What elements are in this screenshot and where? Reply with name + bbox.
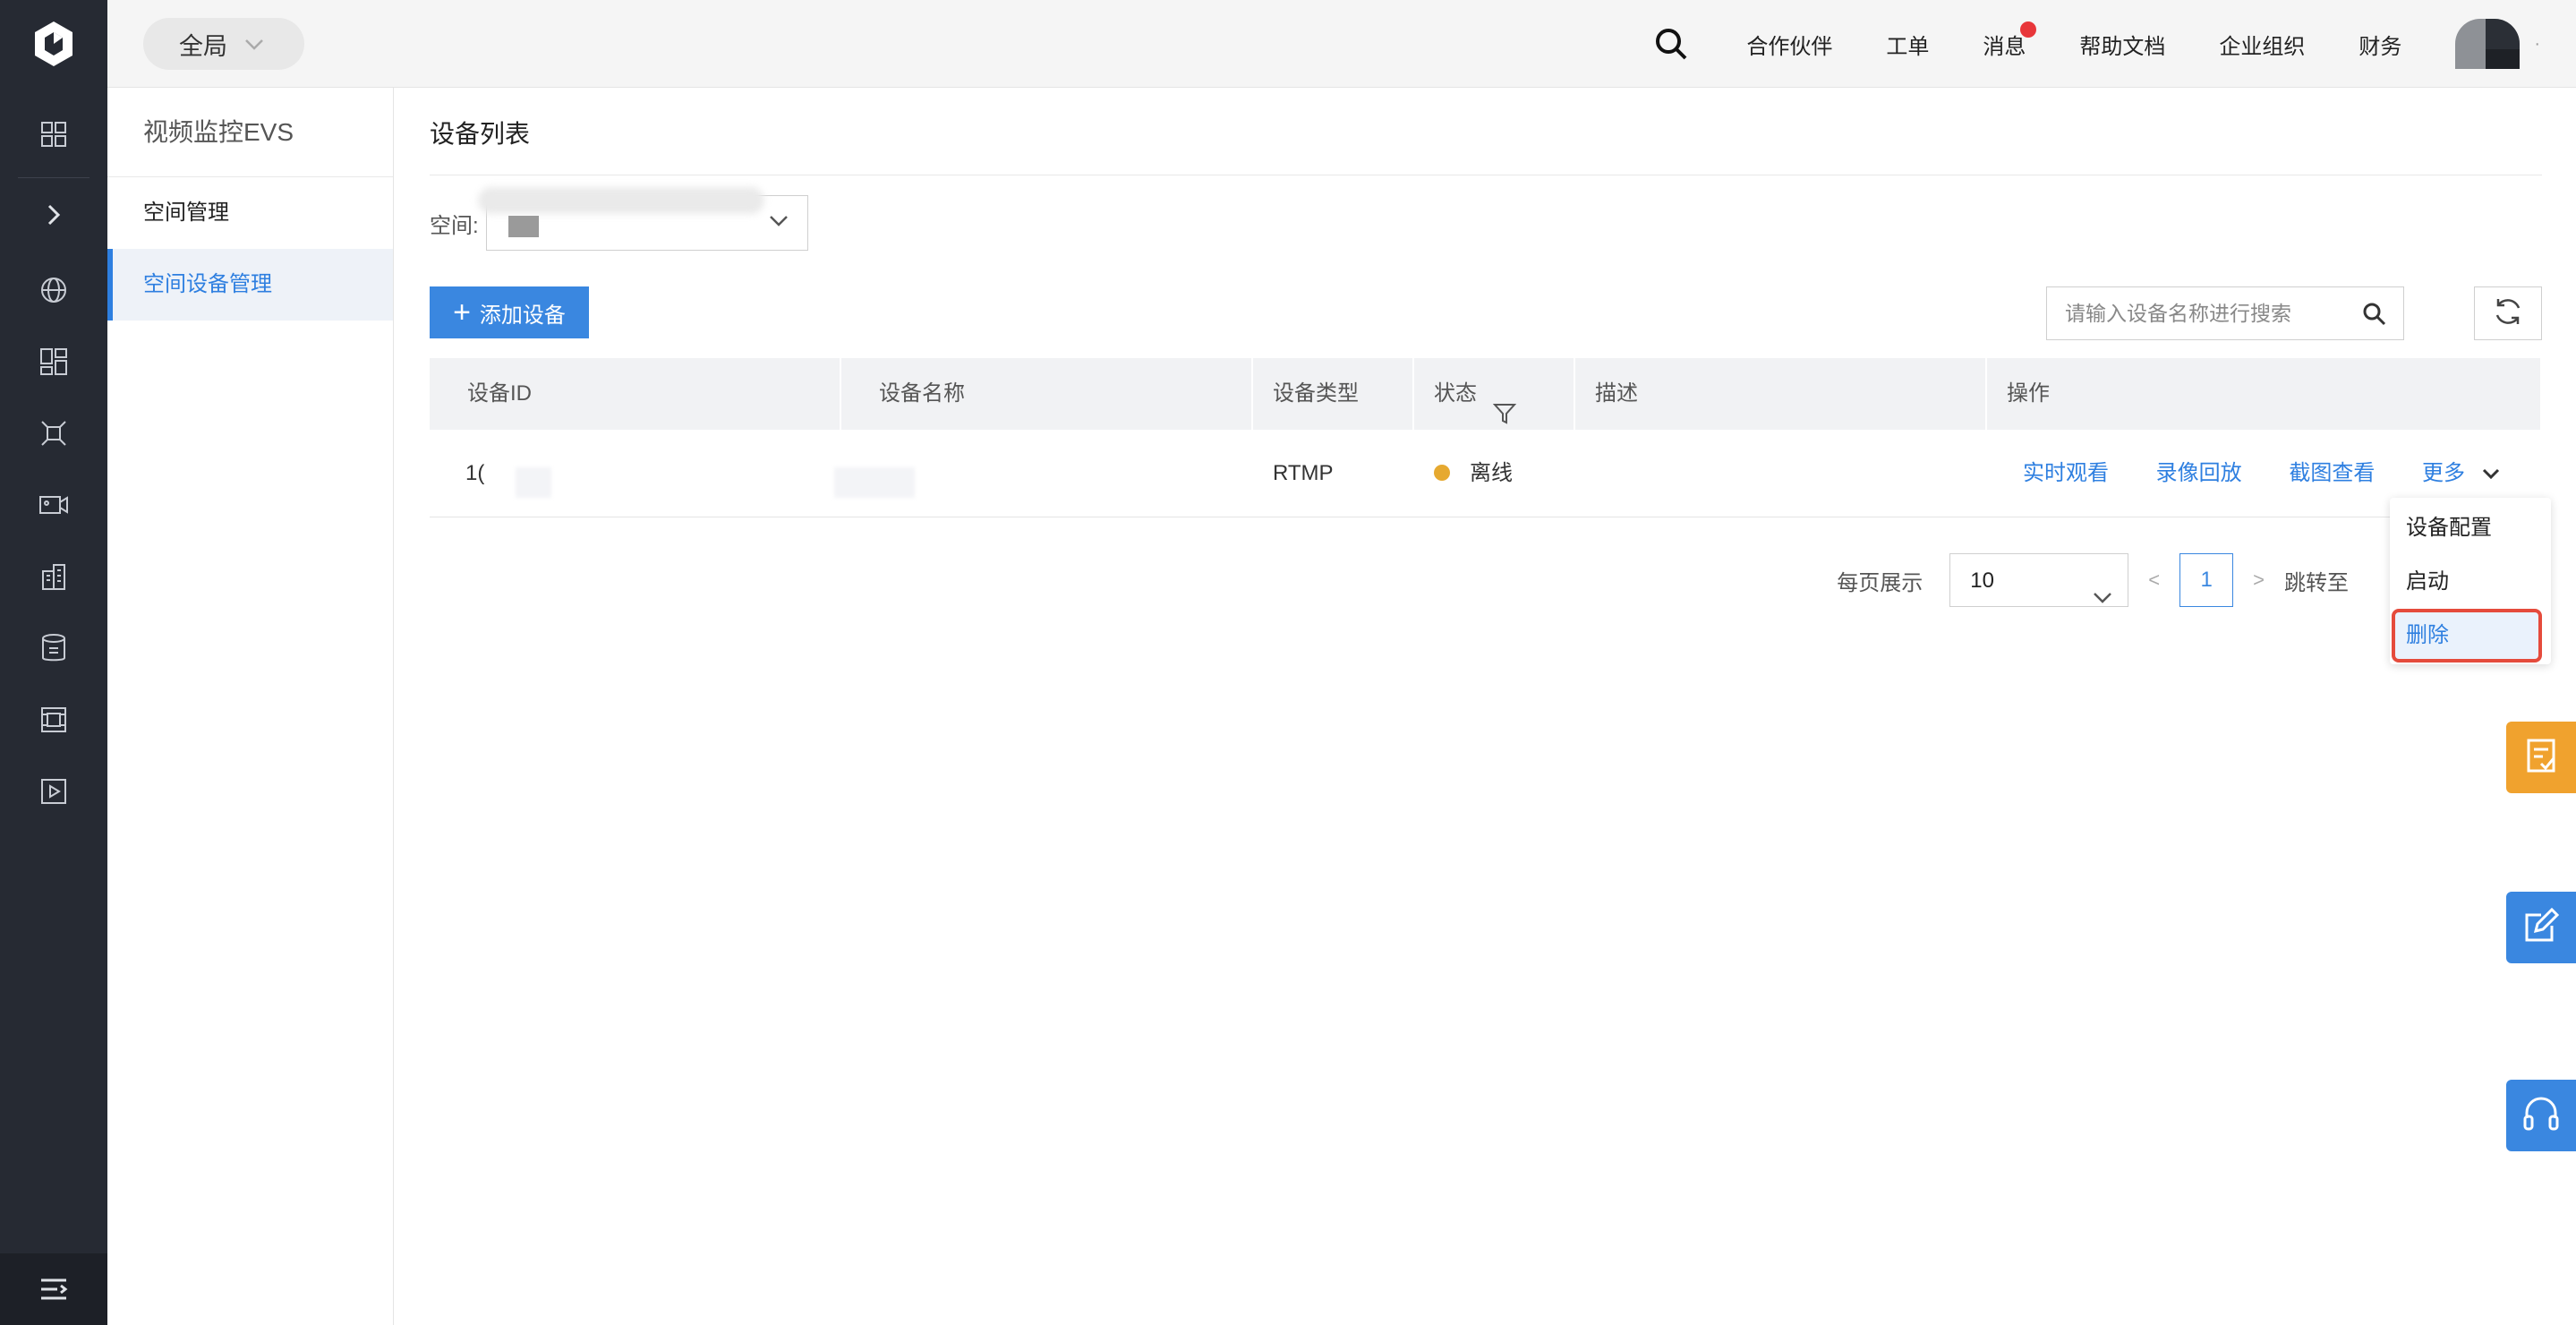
refresh-button[interactable]	[2474, 286, 2542, 340]
redacted-overlay	[477, 187, 764, 214]
left-rail	[0, 0, 107, 1325]
dashboard-icon[interactable]	[0, 326, 107, 398]
cell-device-id: 1(	[430, 430, 841, 517]
current-page-button[interactable]: 1	[2179, 553, 2234, 607]
table-header: 设备ID 设备名称 设备类型 状态 描述 操作	[430, 358, 2542, 430]
add-device-label: 添加设备	[479, 303, 566, 328]
main-content: 设备列表 空间: + 添加设备 设备ID 设备名称 设备类型 状态	[430, 88, 2542, 607]
space-select[interactable]	[477, 187, 808, 251]
checklist-float-button[interactable]	[2506, 722, 2576, 793]
status-dot	[1434, 464, 1450, 481]
redacted-value	[834, 467, 915, 498]
col-description: 描述	[1575, 358, 1987, 430]
device-search[interactable]	[2046, 286, 2404, 340]
snapshot-link[interactable]: 截图查看	[2289, 461, 2375, 485]
expand-chevron-icon[interactable]	[0, 179, 107, 251]
notification-badge	[2020, 21, 2037, 38]
nav-messages[interactable]: 消息	[1983, 21, 2037, 60]
chevron-down-icon	[768, 214, 789, 233]
avatar[interactable]	[2455, 19, 2521, 69]
col-actions: 操作	[1987, 358, 2542, 430]
redacted-value	[516, 467, 551, 498]
col-device-id: 设备ID	[430, 358, 841, 430]
globe-icon[interactable]	[0, 254, 107, 326]
grid-icon[interactable]	[0, 98, 107, 170]
sidebar-group-space-management[interactable]: 空间管理	[107, 177, 393, 249]
nav-partners[interactable]: 合作伙伴	[1746, 29, 1832, 60]
playback-link[interactable]: 录像回放	[2156, 461, 2242, 485]
space-label: 空间:	[430, 213, 479, 238]
cell-description	[1575, 430, 1987, 517]
status-text: 离线	[1470, 461, 1513, 485]
sub-sidebar: 视频监控EVS 空间管理 空间设备管理	[107, 88, 394, 1325]
redacted-value	[508, 216, 539, 237]
menu-item-delete[interactable]: 删除	[2392, 609, 2542, 662]
cell-device-type: RTMP	[1273, 461, 1334, 485]
search-input[interactable]	[2065, 301, 2351, 326]
col-status: 状态	[1414, 358, 1575, 430]
nav-organization[interactable]: 企业组织	[2219, 29, 2305, 60]
search-icon[interactable]	[2362, 302, 2387, 331]
scope-selector[interactable]: 全局	[143, 18, 304, 70]
add-device-button[interactable]: + 添加设备	[430, 286, 589, 338]
play-icon[interactable]	[0, 756, 107, 827]
chevron-down-icon	[243, 30, 265, 58]
logo-icon[interactable]	[0, 0, 107, 88]
col-status-label: 状态	[1434, 381, 1477, 406]
product-title: 视频监控EVS	[107, 88, 393, 177]
rail-divider	[18, 177, 90, 178]
nav-finance[interactable]: 财务	[2358, 29, 2401, 60]
menu-collapse-icon[interactable]	[0, 1253, 107, 1325]
nav-help-docs[interactable]: 帮助文档	[2079, 29, 2165, 60]
chevron-down-icon	[2092, 572, 2113, 626]
jump-to-label: 跳转至	[2284, 570, 2349, 595]
edit-float-button[interactable]	[2506, 892, 2576, 963]
avatar-suffix: ·	[2534, 33, 2540, 54]
page-size-value: 10	[1970, 568, 1994, 593]
video-camera-icon[interactable]	[0, 469, 107, 541]
support-float-button[interactable]	[2506, 1080, 2576, 1151]
live-view-link[interactable]: 实时观看	[2023, 461, 2109, 485]
cell-status: 离线	[1414, 430, 1575, 517]
menu-item-start[interactable]: 启动	[2390, 555, 2551, 609]
sidebar-item-space-device-management[interactable]: 空间设备管理	[107, 249, 393, 321]
device-table: 设备ID 设备名称 设备类型 状态 描述 操作 1( RTMP 离线 实时观看 …	[430, 358, 2542, 517]
nav-messages-label: 消息	[1983, 34, 2026, 59]
nav-tickets[interactable]: 工单	[1886, 29, 1929, 60]
top-nav: 合作伙伴 工单 消息 帮助文档 企业组织 财务 ·	[1653, 0, 2576, 88]
prev-page-button[interactable]: <	[2148, 568, 2160, 592]
menu-item-device-config[interactable]: 设备配置	[2390, 501, 2551, 555]
device-id-text: 1(	[465, 461, 485, 485]
database-icon[interactable]	[0, 612, 107, 684]
checklist-icon	[2523, 737, 2559, 779]
search-icon[interactable]	[1653, 26, 1689, 62]
more-dropdown: 设备配置 启动 删除	[2390, 498, 2551, 664]
col-device-name: 设备名称	[841, 358, 1253, 430]
plus-icon: +	[453, 295, 471, 329]
top-bar: 全局 合作伙伴 工单 消息 帮助文档 企业组织 财务 ·	[107, 0, 2576, 88]
page-size-label: 每页展示	[1837, 570, 1923, 595]
refresh-icon	[2492, 295, 2524, 332]
cell-device-name	[834, 430, 1253, 517]
table-row: 1( RTMP 离线 实时观看 录像回放 截图查看 更多	[430, 430, 2542, 517]
page-title: 设备列表	[430, 88, 2542, 175]
headset-icon	[2521, 1095, 2561, 1137]
building-icon[interactable]	[0, 541, 107, 612]
edit-icon	[2523, 907, 2560, 948]
space-filter-row: 空间:	[430, 187, 808, 251]
next-page-button[interactable]: >	[2253, 568, 2265, 592]
page-size-select[interactable]: 10	[1949, 553, 2129, 607]
scope-label: 全局	[179, 32, 227, 60]
network-icon[interactable]	[0, 398, 107, 469]
col-device-type: 设备类型	[1253, 358, 1414, 430]
storage-icon[interactable]	[0, 684, 107, 756]
